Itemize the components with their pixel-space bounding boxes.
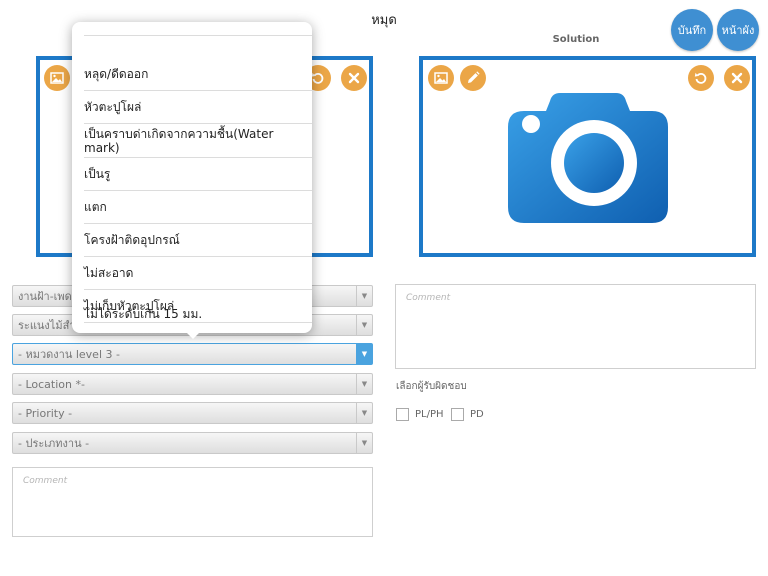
chevron-down-icon: ▼ <box>356 433 372 453</box>
camera-icon[interactable] <box>508 93 668 227</box>
undo-icon <box>694 71 708 85</box>
level3-category-select[interactable]: - หมวดงาน level 3 - ▼ <box>12 343 373 365</box>
location-select[interactable]: - Location *- ▼ <box>12 373 373 395</box>
solution-label: Solution <box>552 34 600 45</box>
dropdown-item[interactable]: หัวตะปูโผล่ <box>84 91 312 124</box>
responsible-label: เลือกผู้รับผิดชอบ <box>396 381 467 392</box>
problem-delete-button[interactable] <box>341 65 367 91</box>
dropdown-item[interactable]: หลุด/ดีดออก <box>84 58 312 91</box>
dropdown-item[interactable]: โครงฝ้าติดอุปกรณ์ <box>84 224 312 257</box>
dropdown-item[interactable]: ไม่สะอาด <box>84 257 312 290</box>
checkbox-label: PL/PH <box>415 409 444 420</box>
chevron-down-icon: ▼ <box>356 286 372 306</box>
solution-gallery-button[interactable] <box>428 65 454 91</box>
dropdown-item[interactable]: ไม่ได้ระดับเกิน 15 มม. <box>84 307 312 321</box>
image-icon <box>50 72 64 84</box>
defect-dropdown-popover[interactable]: หลุด/ดีดออก หัวตะปูโผล่ เป็นคราบด่าเกิดจ… <box>72 22 312 333</box>
close-icon <box>731 72 743 84</box>
solution-delete-button[interactable] <box>724 65 750 91</box>
solution-edit-button[interactable] <box>460 65 486 91</box>
close-icon <box>348 72 360 84</box>
priority-select[interactable]: - Priority - ▼ <box>12 402 373 424</box>
solution-comment-field[interactable]: Comment <box>395 284 756 369</box>
dropdown-item[interactable]: แตก <box>84 191 312 224</box>
checkbox-pd[interactable]: PD <box>451 408 484 421</box>
checkbox[interactable] <box>396 408 409 421</box>
save-button[interactable]: บันทึก <box>671 9 713 51</box>
floorplan-button[interactable]: หน้าผัง <box>717 9 759 51</box>
problem-gallery-button[interactable] <box>44 65 70 91</box>
select-value: - Location *- <box>18 377 85 391</box>
image-icon <box>434 72 448 84</box>
select-value: - ประเภทงาน - <box>18 437 90 450</box>
chevron-down-icon: ▼ <box>356 374 372 394</box>
select-value: - Priority - <box>18 406 73 420</box>
dropdown-item-clipped[interactable] <box>84 22 312 36</box>
pencil-icon <box>466 71 480 85</box>
checkbox[interactable] <box>451 408 464 421</box>
work-type-select[interactable]: - ประเภทงาน - ▼ <box>12 432 373 454</box>
dropdown-item[interactable]: เป็นคราบด่าเกิดจากความชื้น(Water mark) <box>84 124 312 158</box>
checkbox-label: PD <box>470 409 484 420</box>
chevron-down-icon: ▼ <box>356 315 372 335</box>
popover-tail <box>184 330 202 339</box>
dropdown-item[interactable]: เป็นรู <box>84 158 312 191</box>
undo-icon <box>311 71 325 85</box>
problem-comment-field[interactable]: Comment <box>12 467 373 537</box>
chevron-down-icon: ▼ <box>356 403 372 423</box>
solution-reset-button[interactable] <box>688 65 714 91</box>
select-value: - หมวดงาน level 3 - <box>18 348 120 361</box>
chevron-down-icon: ▼ <box>356 344 372 364</box>
checkbox-pl-ph[interactable]: PL/PH <box>396 408 444 421</box>
